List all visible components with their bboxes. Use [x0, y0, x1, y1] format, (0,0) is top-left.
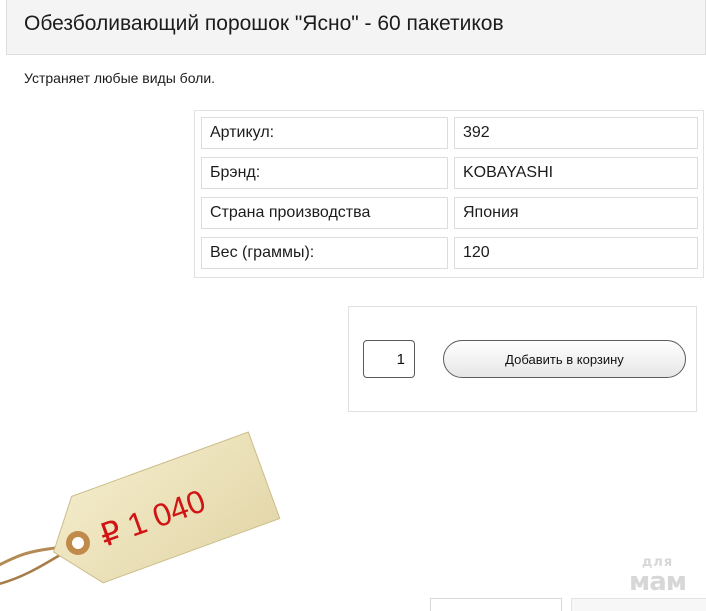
bottom-panel-left [430, 598, 562, 611]
page-title: Обезболивающий порошок "Ясно" - 60 пакет… [24, 12, 504, 35]
spec-value: KOBAYASHI [454, 157, 698, 189]
specs-table: Артикул: 392 Брэнд: KOBAYASHI Страна про… [194, 110, 704, 278]
spec-value: Япония [454, 197, 698, 229]
add-to-cart-button[interactable]: Добавить в корзину [443, 340, 686, 378]
title-bar: Обезболивающий порошок "Ясно" - 60 пакет… [6, 0, 706, 55]
bottom-panel-right [571, 598, 706, 611]
spec-key: Страна производства [201, 197, 448, 229]
spec-value: 392 [454, 117, 698, 149]
watermark-big: мам [628, 567, 687, 597]
spec-key: Артикул: [201, 117, 448, 149]
spec-row-article: Артикул: 392 [201, 117, 698, 149]
spec-row-country: Страна производства Япония [201, 197, 698, 229]
add-to-cart-panel: Добавить в корзину [348, 306, 697, 412]
spec-value: 120 [454, 237, 698, 269]
spec-row-brand: Брэнд: KOBAYASHI [201, 157, 698, 189]
quantity-input[interactable] [363, 340, 415, 378]
spec-row-weight: Вес (граммы): 120 [201, 237, 698, 269]
spec-key: Вес (граммы): [201, 237, 448, 269]
spec-key: Брэнд: [201, 157, 448, 189]
price-tag: ₽ 1 040 [0, 431, 281, 585]
product-description: Устраняет любые виды боли. [24, 70, 216, 86]
watermark-logo: для мам [620, 556, 695, 595]
